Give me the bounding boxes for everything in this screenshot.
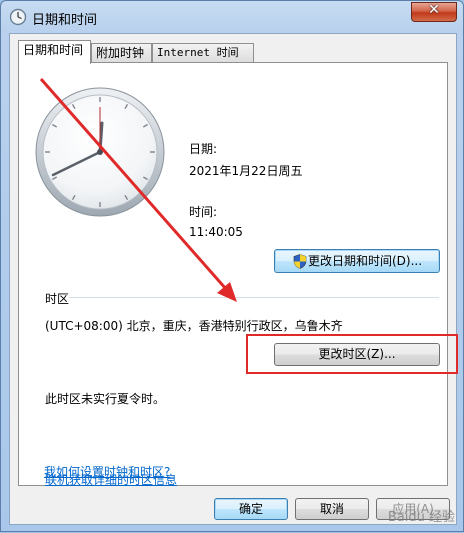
tab-additional-clocks[interactable]: 附加时钟	[91, 43, 152, 63]
how-to-set-clock-link[interactable]: 我如何设置时钟和时区?	[44, 463, 170, 480]
timezone-section-label: 时区	[45, 292, 70, 306]
dialog-client: 日期和时间 附加时钟 Internet 时间 日期: 2021年1月22日周五 …	[9, 33, 458, 525]
change-date-time-label: 更改日期和时间(D)...	[307, 254, 423, 268]
time-label: 时间:	[189, 205, 218, 219]
date-label: 日期:	[189, 142, 218, 156]
close-button[interactable]: ✕	[411, 2, 457, 22]
timezone-separator	[69, 297, 439, 298]
cancel-label: 取消	[319, 502, 344, 516]
time-value: 11:40:05	[189, 225, 243, 239]
ok-button[interactable]: 确定	[214, 498, 288, 520]
uac-shield-icon	[293, 254, 307, 269]
title-bar[interactable]: 日期和时间 ✕	[1, 1, 463, 33]
watermark: Baidu 经验	[387, 510, 455, 525]
clock-icon	[9, 8, 27, 26]
cancel-button[interactable]: 取消	[295, 498, 369, 520]
window-title: 日期和时间	[32, 13, 98, 28]
date-value: 2021年1月22日周五	[189, 164, 303, 178]
dst-note: 此时区未实行夏令时。	[45, 392, 166, 406]
close-icon: ✕	[428, 2, 440, 18]
timezone-value: (UTC+08:00) 北京，重庆，香港特别行政区，乌鲁木齐	[45, 319, 343, 333]
analog-clock	[35, 87, 165, 217]
change-timezone-button[interactable]: 更改时区(Z)...	[274, 343, 440, 366]
change-date-time-button[interactable]: 更改日期和时间(D)...	[274, 249, 440, 273]
ok-label: 确定	[238, 502, 263, 516]
change-timezone-label: 更改时区(Z)...	[318, 347, 396, 361]
tab-internet-time[interactable]: Internet 时间	[152, 43, 254, 63]
tab-panel: 日期: 2021年1月22日周五 时间: 11:40:05 更改日期和时间(D)…	[18, 62, 458, 487]
tab-date-time[interactable]: 日期和时间	[18, 40, 91, 64]
dialog-window: 日期和时间 ✕ 日期和时间 附加时钟 Internet 时间 日期: 2021年…	[0, 0, 464, 532]
